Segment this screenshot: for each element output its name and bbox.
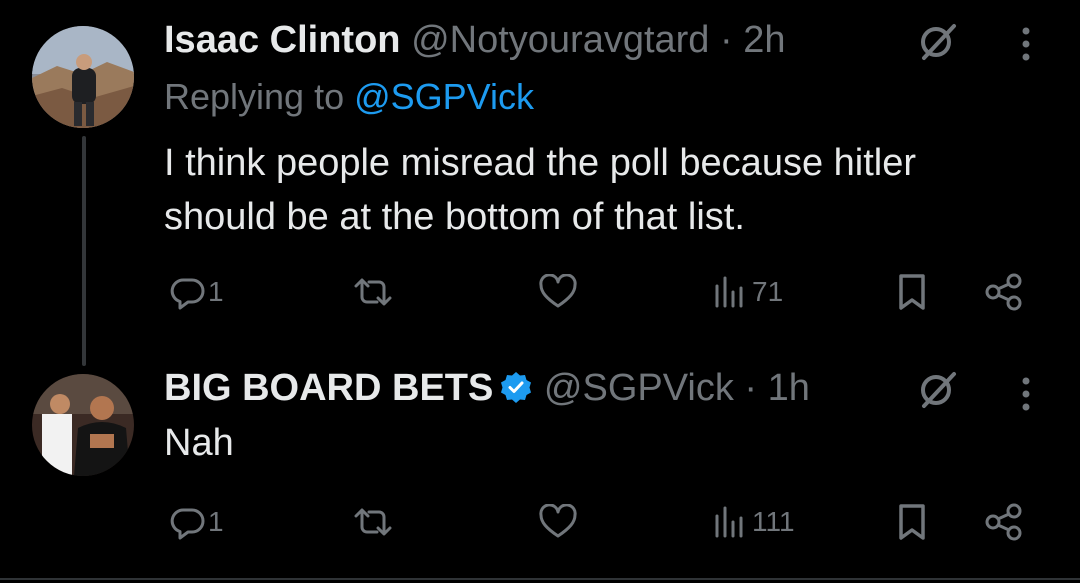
views-button[interactable]: 111 bbox=[712, 498, 795, 546]
avatar[interactable] bbox=[32, 26, 134, 128]
separator-dot: · bbox=[744, 367, 758, 409]
timestamp[interactable]: 2h bbox=[743, 19, 785, 61]
tweet-text: I think people misread the poll because … bbox=[164, 136, 916, 244]
bookmark-button[interactable] bbox=[894, 268, 930, 316]
share-button[interactable] bbox=[984, 498, 1024, 546]
more-vertical-icon[interactable] bbox=[1019, 372, 1033, 416]
timestamp[interactable]: 1h bbox=[768, 367, 810, 409]
like-button[interactable] bbox=[538, 498, 578, 546]
retweet-button[interactable] bbox=[352, 498, 394, 546]
reply-count: 1 bbox=[208, 276, 224, 307]
bookmark-icon bbox=[899, 274, 925, 310]
reply-button[interactable]: 1 bbox=[170, 268, 224, 316]
share-button[interactable] bbox=[984, 268, 1024, 316]
tweet-header: BIG BOARD BETS @SGPVick · 1h bbox=[164, 366, 810, 414]
views-icon bbox=[715, 276, 743, 308]
grok-icon[interactable] bbox=[916, 20, 960, 64]
reply-icon bbox=[170, 278, 205, 310]
tweet-text-line: I think people misread the poll because … bbox=[164, 142, 917, 184]
retweet-icon bbox=[354, 278, 392, 306]
separator-dot: · bbox=[720, 19, 733, 61]
display-name[interactable]: Isaac Clinton bbox=[164, 19, 401, 61]
views-count: 71 bbox=[752, 276, 784, 307]
user-handle[interactable]: @SGPVick bbox=[544, 367, 734, 409]
replying-prefix: Replying to bbox=[164, 76, 355, 117]
retweet-button[interactable] bbox=[352, 268, 394, 316]
reply-button[interactable]: 1 bbox=[170, 498, 224, 546]
bookmark-button[interactable] bbox=[894, 498, 930, 546]
tweet-text: Nah bbox=[164, 416, 234, 470]
more-vertical-icon[interactable] bbox=[1019, 22, 1033, 66]
views-count: 111 bbox=[752, 506, 795, 537]
divider bbox=[0, 578, 1080, 580]
heart-icon bbox=[539, 504, 577, 538]
share-icon bbox=[985, 503, 1022, 541]
grok-icon[interactable] bbox=[916, 368, 960, 412]
replying-to: Replying to @SGPVick bbox=[164, 76, 534, 118]
verified-badge-icon bbox=[499, 370, 533, 414]
action-bar: 1 111 bbox=[164, 498, 1044, 546]
tweet-header: Isaac Clinton @Notyouravgtard · 2h bbox=[164, 18, 786, 62]
like-button[interactable] bbox=[538, 268, 578, 316]
user-handle[interactable]: @Notyouravgtard bbox=[411, 19, 709, 61]
heart-icon bbox=[539, 274, 577, 308]
reply-count: 1 bbox=[208, 506, 224, 537]
mention-link[interactable]: @SGPVick bbox=[354, 76, 534, 117]
share-icon bbox=[985, 273, 1022, 311]
tweet-text-line: should be at the bottom of that list. bbox=[164, 196, 745, 238]
avatar[interactable] bbox=[32, 374, 134, 476]
tweet-text-line: Nah bbox=[164, 422, 234, 464]
action-bar: 1 71 bbox=[164, 268, 1044, 316]
views-icon bbox=[715, 506, 743, 538]
reply-icon bbox=[170, 508, 205, 540]
thread-line bbox=[82, 136, 86, 366]
display-name[interactable]: BIG BOARD BETS bbox=[164, 367, 493, 409]
retweet-icon bbox=[354, 508, 392, 536]
views-button[interactable]: 71 bbox=[712, 268, 783, 316]
bookmark-icon bbox=[899, 504, 925, 540]
